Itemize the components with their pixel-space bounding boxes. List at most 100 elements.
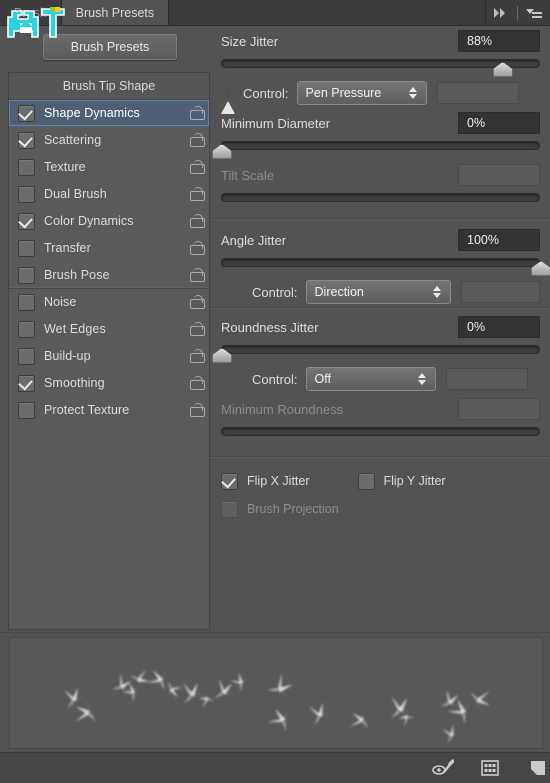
list-item-label: Scattering [44,133,102,147]
roundness-jitter-row: Roundness Jitter 0% [211,312,550,342]
brush-tip-shape-header[interactable]: Brush Tip Shape [9,73,209,100]
angle-jitter-control-label: Control: [252,284,298,300]
tab-brush[interactable]: Brush [0,0,62,25]
list-item-label: Dual Brush [44,187,107,201]
list-item-noise[interactable]: Noise [9,289,209,316]
angle-jitter-value[interactable]: 100% [458,229,540,251]
list-item-label: Smoothing [44,376,105,390]
flip-jitter-row: Flip X Jitter Flip Y Jitter [211,467,550,495]
section-divider [211,456,550,457]
roundness-jitter-control-extra[interactable] [445,368,528,390]
panel-menu-icon[interactable] [526,7,542,19]
list-item-protect-texture[interactable]: Protect Texture [9,397,209,424]
angle-jitter-control-extra[interactable] [460,281,540,303]
list-item-transfer[interactable]: Transfer [9,235,209,262]
checkbox-smoothing[interactable] [18,374,35,392]
slider-track [221,258,540,267]
flip-y-jitter-label: Flip Y Jitter [383,474,446,488]
checkbox-color-dynamics[interactable] [18,212,35,230]
roundness-jitter-control-label: Control: [252,371,298,387]
minimum-diameter-label: Minimum Diameter [221,115,331,131]
size-jitter-control-row: Control: Pen Pressure [211,78,550,114]
checkbox-flip-x-jitter[interactable] [221,472,238,490]
create-new-brush-icon[interactable] [528,759,550,777]
roundness-jitter-control-select[interactable]: Off [305,367,436,391]
roundness-jitter-control-value: Off [314,372,331,386]
control-divider [517,5,518,20]
minimum-diameter-value[interactable]: 0% [458,112,540,134]
slider-track [221,427,540,436]
tab-brush-label: Brush [14,5,47,20]
tilt-scale-slider [221,190,540,212]
roundness-jitter-value[interactable]: 0% [458,316,540,338]
list-item-shape-dynamics[interactable]: Shape Dynamics [9,100,209,127]
angle-jitter-control-select[interactable]: Direction [305,280,451,304]
minimum-roundness-label: Minimum Roundness [221,401,344,417]
list-item-dual-brush[interactable]: Dual Brush [9,181,209,208]
angle-jitter-slider[interactable] [221,255,550,277]
checkbox-noise[interactable] [18,293,35,311]
list-item-texture[interactable]: Texture [9,154,209,181]
checkbox-protect-texture[interactable] [18,401,35,419]
lock-icon [190,133,205,147]
lock-icon [190,268,205,282]
shape-dynamics-options: Size Jitter 88% Control: Pen Pressure Mi… [211,26,550,628]
roundness-jitter-slider[interactable] [212,342,540,364]
roundness-jitter-control-row: Control: Off [211,364,550,394]
checkbox-build-up[interactable] [18,347,35,365]
brush-stroke-preview-graphic [58,663,495,745]
lock-icon [190,376,205,390]
list-item-wet-edges[interactable]: Wet Edges [9,316,209,343]
tilt-scale-label: Tilt Scale [221,167,274,183]
preview-divider [0,632,550,633]
minimum-roundness-value [458,398,540,420]
minimum-diameter-slider[interactable] [212,138,540,160]
size-jitter-slider[interactable] [221,56,540,78]
list-item-brush-pose[interactable]: Brush Pose [9,262,209,289]
size-jitter-control-select[interactable]: Pen Pressure [296,81,427,105]
panel-footer [0,752,550,783]
list-item-smoothing[interactable]: Smoothing [9,370,209,397]
checkbox-texture[interactable] [18,158,35,176]
list-item-color-dynamics[interactable]: Color Dynamics [9,208,209,235]
chevron-updown-icon [432,285,442,299]
toggle-brush-preview-icon[interactable] [432,759,455,777]
list-item-label: Shape Dynamics [44,106,140,120]
warning-triangle-icon [221,86,236,114]
brush-stroke-preview [9,637,543,749]
brush-presets-grid-icon[interactable] [480,759,502,777]
checkbox-scattering[interactable] [18,131,35,149]
brush-presets-button-label: Brush Presets [70,40,150,54]
checkbox-dual-brush[interactable] [18,185,35,203]
list-item-scattering[interactable]: Scattering [9,127,209,154]
lock-icon [190,295,205,309]
tab-brush-presets[interactable]: Brush Presets [61,0,170,25]
tab-brush-presets-label: Brush Presets [75,5,155,20]
lock-icon [190,160,205,174]
size-jitter-value[interactable]: 88% [458,30,540,52]
checkbox-shape-dynamics[interactable] [18,104,35,122]
tilt-scale-row: Tilt Scale [211,160,550,190]
checkbox-wet-edges[interactable] [18,320,35,338]
double-chevron-right-icon[interactable] [494,7,509,19]
checkbox-brush-pose[interactable] [18,266,35,284]
list-item-label: Wet Edges [44,322,106,336]
flip-x-jitter-label: Flip X Jitter [247,474,310,488]
brush-projection-row: Brush Projection [211,495,550,523]
list-item-label: Noise [44,295,77,309]
section-divider [211,307,550,308]
lock-icon [190,106,205,120]
angle-jitter-label: Angle Jitter [221,232,287,248]
brush-presets-button[interactable]: Brush Presets [43,34,177,60]
size-jitter-control-extra[interactable] [436,82,519,104]
slider-track [221,345,540,354]
brush-panel: Brush Brush Presets Brush Presets Brush … [0,0,550,783]
checkbox-flip-y-jitter[interactable] [357,472,375,490]
list-item-build-up[interactable]: Build-up [9,343,209,370]
angle-jitter-control-row: Control: Direction [211,277,550,307]
size-jitter-label: Size Jitter [221,33,279,49]
lock-icon [190,241,205,255]
brush-tip-shape-label: Brush Tip Shape [62,79,156,93]
checkbox-transfer[interactable] [18,239,35,257]
angle-jitter-control-value: Direction [314,285,364,299]
